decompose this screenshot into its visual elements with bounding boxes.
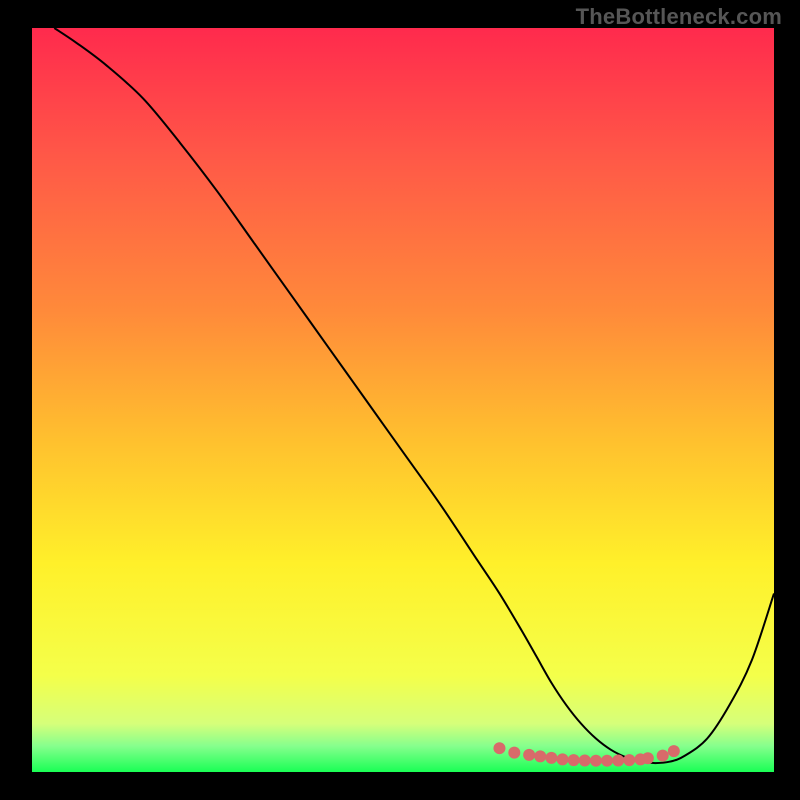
- marker-point: [493, 742, 505, 754]
- marker-point: [545, 752, 557, 764]
- marker-point: [642, 752, 654, 764]
- marker-point: [579, 754, 591, 766]
- marker-point: [534, 750, 546, 762]
- plot-area: [32, 28, 774, 772]
- gradient-background: [32, 28, 774, 772]
- marker-point: [523, 749, 535, 761]
- chart-frame: TheBottleneck.com: [0, 0, 800, 800]
- marker-point: [557, 753, 569, 765]
- marker-point: [612, 754, 624, 766]
- marker-point: [657, 750, 669, 762]
- marker-point: [668, 745, 680, 757]
- marker-point: [601, 755, 613, 767]
- marker-point: [508, 747, 520, 759]
- marker-point: [590, 755, 602, 767]
- gradient-chart: [32, 28, 774, 772]
- watermark-text: TheBottleneck.com: [576, 4, 782, 30]
- marker-point: [623, 754, 635, 766]
- marker-point: [568, 754, 580, 766]
